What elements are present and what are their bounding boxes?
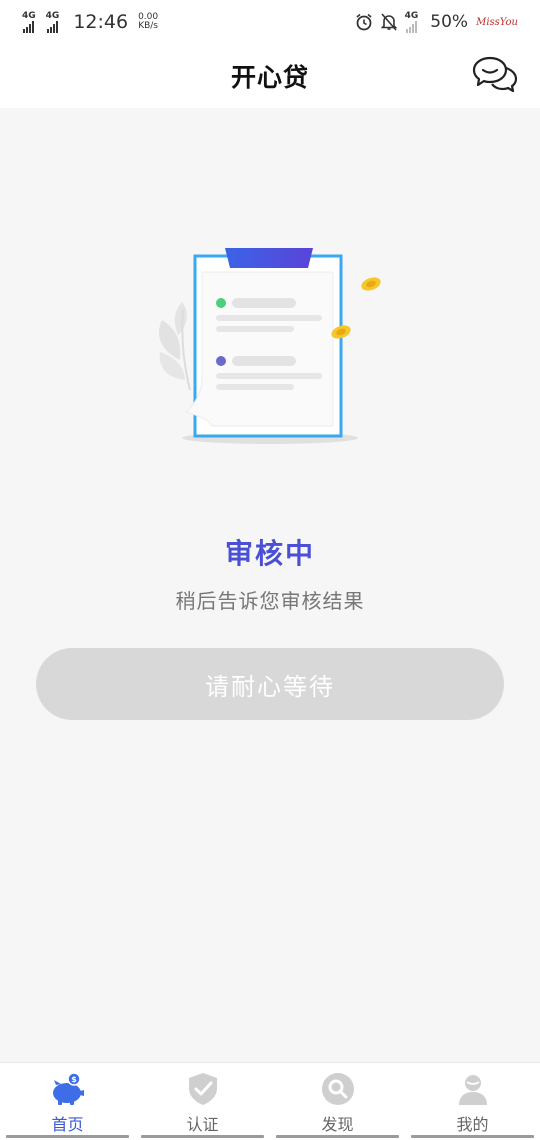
user-profile-icon (458, 1075, 487, 1105)
review-status-subtitle: 稍后告诉您审核结果 (175, 589, 365, 613)
alarm-icon (356, 13, 372, 31)
bell-muted-icon (380, 13, 397, 31)
speed-unit: KB/s (138, 21, 158, 31)
battery-percent: 50% (430, 12, 469, 32)
review-status-title: 审核中 (224, 537, 315, 570)
carrier-logo: MissYou (476, 16, 518, 28)
piggy-bank-icon: $ (52, 1072, 84, 1105)
chat-bubbles-icon (472, 56, 518, 93)
shield-check-icon (188, 1073, 217, 1105)
nav-indicator (411, 1135, 534, 1138)
nav-item-mine[interactable]: 我的 (405, 1063, 540, 1140)
signal-1: 4G (22, 10, 36, 33)
bottom-nav: $ 首页 认证 发现 我的 (0, 1062, 540, 1140)
nav-label-home: 首页 (51, 1115, 84, 1134)
signal-bars-icon (405, 20, 417, 33)
nav-label-verify: 认证 (186, 1115, 219, 1134)
signal-3: 4G (404, 10, 419, 33)
signal-bars-icon (46, 20, 58, 33)
nav-item-home[interactable]: $ 首页 (0, 1063, 135, 1140)
search-discover-icon (321, 1073, 354, 1105)
status-left: 4G 4G 12:46 0.00 KB/s (22, 11, 158, 33)
review-illustration (150, 240, 390, 450)
nav-label-mine: 我的 (456, 1115, 489, 1134)
status-time: 12:46 (73, 11, 129, 33)
signal-2: 4G (45, 10, 60, 33)
clipboard-document-icon (159, 248, 381, 444)
svg-text:$: $ (71, 1075, 77, 1084)
page-title: 开心贷 (230, 63, 309, 92)
network-type-1: 4G (22, 10, 36, 21)
nav-item-verify[interactable]: 认证 (135, 1063, 270, 1140)
network-type-2: 4G (45, 10, 60, 21)
nav-item-discover[interactable]: 发现 (270, 1063, 405, 1140)
nav-indicator (141, 1135, 264, 1138)
status-bar: 4G 4G 12:46 0.00 KB/s 4G 50% MissYou (0, 0, 540, 44)
app-header: 开心贷 (0, 44, 540, 108)
nav-indicator (276, 1135, 399, 1138)
wait-button[interactable]: 请耐心等待 (36, 648, 504, 720)
nav-indicator (6, 1135, 129, 1138)
chat-button[interactable] (472, 54, 518, 94)
network-type-3: 4G (404, 10, 419, 21)
nav-label-discover: 发现 (321, 1115, 354, 1134)
network-speed: 0.00 KB/s (138, 13, 158, 31)
signal-bars-icon (23, 20, 34, 33)
status-right: 4G 50% MissYou (355, 10, 518, 33)
